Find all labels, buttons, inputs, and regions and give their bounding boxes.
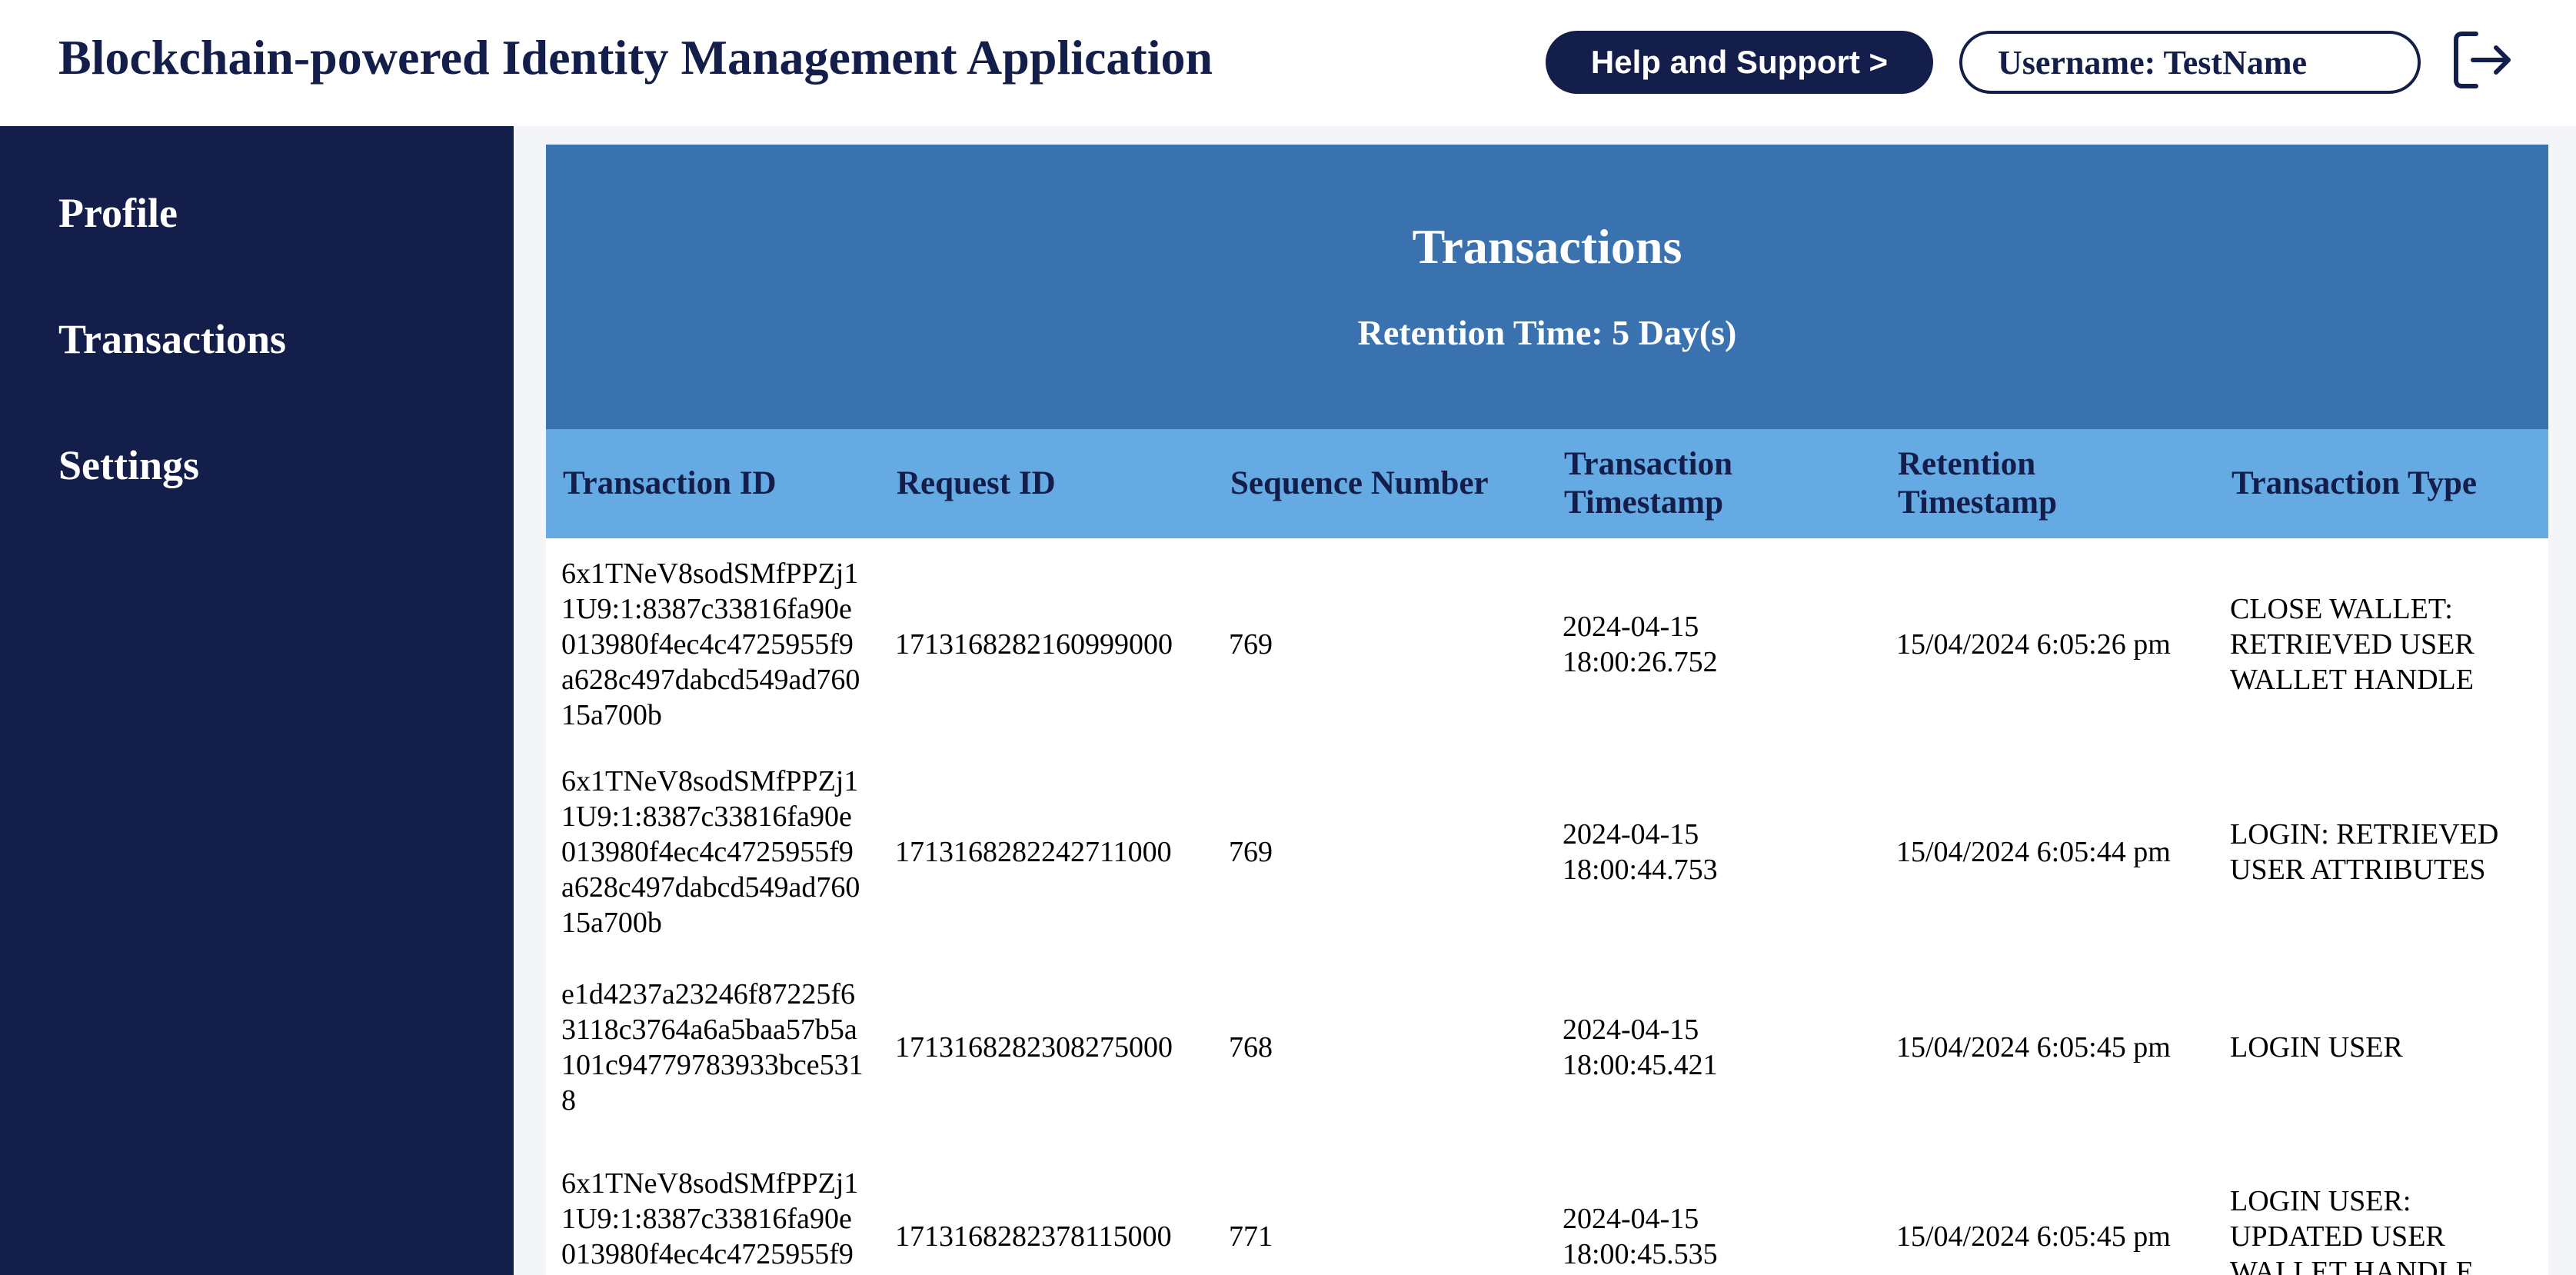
cell-sequence-number: 769 — [1229, 836, 1273, 868]
column-header-transaction-timestamp[interactable]: Transaction Timestamp — [1564, 429, 1795, 538]
cell-sequence-number: 768 — [1229, 1031, 1273, 1064]
table-header: Transaction ID Request ID Sequence Numbe… — [546, 429, 2548, 538]
cell-request-id: 1713168282160999000 — [895, 628, 1173, 661]
cell-transaction-timestamp: 2024-04-15 18:00:45.535 — [1563, 1203, 1718, 1270]
logout-icon[interactable] — [2450, 28, 2514, 92]
cell-transaction-type: LOGIN USER — [2230, 1031, 2403, 1064]
cell-transaction-type: LOGIN: RETRIEVED USER ATTRIBUTES — [2230, 818, 2499, 886]
transactions-panel: Transactions Retention Time: 5 Day(s) Tr… — [546, 145, 2548, 1275]
retention-time-label: Retention Time: 5 Day(s) — [1357, 313, 1737, 352]
cell-sequence-number: 771 — [1229, 1220, 1273, 1253]
cell-transaction-id: 6x1TNeV8sodSMfPPZj11U9:1:8387c33816fa90e… — [561, 558, 860, 731]
app-title: Blockchain-powered Identity Management A… — [58, 30, 1213, 85]
cell-transaction-id: 6x1TNeV8sodSMfPPZj11U9:1:8387c33816fa90e… — [561, 1167, 859, 1275]
cell-transaction-id: 6x1TNeV8sodSMfPPZj11U9:1:8387c33816fa90e… — [561, 765, 860, 939]
panel-header: Transactions Retention Time: 5 Day(s) — [546, 145, 2548, 429]
cell-retention-timestamp: 15/04/2024 6:05:44 pm — [1896, 836, 2171, 868]
page-title: Transactions — [1412, 219, 1682, 274]
table-row[interactable]: 6x1TNeV8sodSMfPPZj11U9:1:8387c33816fa90e… — [546, 760, 2548, 944]
cell-transaction-type: LOGIN USER: UPDATED USER WALLET HANDLE — [2230, 1185, 2474, 1275]
column-header-sequence-number[interactable]: Sequence Number — [1230, 429, 1553, 538]
cell-request-id: 1713168282308275000 — [895, 1031, 1173, 1064]
sidebar: Profile Transactions Settings — [0, 126, 514, 1275]
cell-retention-timestamp: 15/04/2024 6:05:26 pm — [1896, 628, 2171, 661]
column-header-transaction-id[interactable]: Transaction ID — [563, 429, 870, 538]
cell-transaction-timestamp: 2024-04-15 18:00:45.421 — [1563, 1014, 1718, 1081]
cell-sequence-number: 769 — [1229, 628, 1273, 661]
table-row[interactable]: 6x1TNeV8sodSMfPPZj11U9:1:8387c33816fa90e… — [546, 1144, 2548, 1275]
top-bar: Blockchain-powered Identity Management A… — [0, 0, 2576, 126]
column-header-request-id[interactable]: Request ID — [897, 429, 1204, 538]
cell-request-id: 1713168282242711000 — [895, 836, 1172, 868]
sidebar-item-settings[interactable]: Settings — [58, 441, 199, 489]
cell-transaction-type: CLOSE WALLET: RETRIEVED USER WALLET HAND… — [2230, 593, 2474, 696]
cell-transaction-timestamp: 2024-04-15 18:00:26.752 — [1563, 611, 1718, 678]
cell-transaction-timestamp: 2024-04-15 18:00:44.753 — [1563, 818, 1718, 886]
sidebar-item-profile[interactable]: Profile — [58, 189, 178, 237]
table-row[interactable]: 6x1TNeV8sodSMfPPZj11U9:1:8387c33816fa90e… — [546, 552, 2548, 737]
cell-retention-timestamp: 15/04/2024 6:05:45 pm — [1896, 1220, 2171, 1253]
cell-request-id: 1713168282378115000 — [895, 1220, 1172, 1253]
cell-transaction-id: e1d4237a23246f87225f63118c3764a6a5baa57b… — [561, 978, 864, 1117]
column-header-transaction-type[interactable]: Transaction Type — [2232, 429, 2539, 538]
help-and-support-button[interactable]: Help and Support > — [1546, 31, 1933, 94]
cell-retention-timestamp: 15/04/2024 6:05:45 pm — [1896, 1031, 2171, 1064]
column-header-retention-timestamp[interactable]: Retention Timestamp — [1898, 429, 2128, 538]
username-display: Username: TestName — [1959, 31, 2421, 94]
sidebar-item-transactions[interactable]: Transactions — [58, 315, 286, 363]
table-row[interactable]: e1d4237a23246f87225f63118c3764a6a5baa57b… — [546, 972, 2548, 1123]
